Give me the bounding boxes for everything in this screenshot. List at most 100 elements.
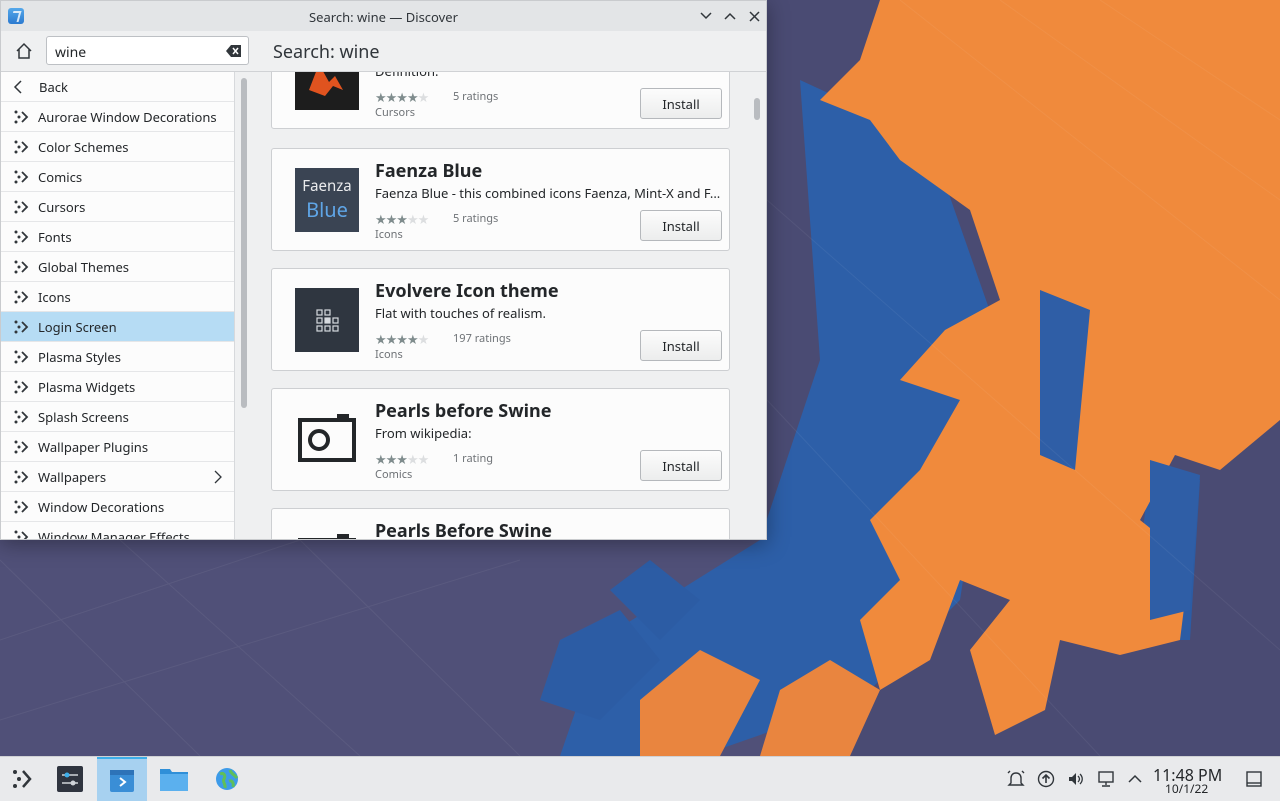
rating-count: 5 ratings bbox=[453, 211, 499, 226]
task-web-browser[interactable] bbox=[205, 757, 249, 801]
sidebar-item-label: Login Screen bbox=[38, 317, 117, 336]
category-icon bbox=[14, 530, 29, 539]
task-file-manager[interactable] bbox=[152, 757, 196, 801]
sidebar-item-aurorae-window-decorations[interactable]: Aurorae Window Decorations bbox=[1, 102, 234, 132]
updates-icon bbox=[1037, 770, 1055, 788]
sidebar-item-comics[interactable]: Comics bbox=[1, 162, 234, 192]
category-icon bbox=[14, 410, 29, 423]
sidebar-item-login-screen[interactable]: Login Screen bbox=[1, 312, 234, 342]
sidebar-item-cursors[interactable]: Cursors bbox=[1, 192, 234, 222]
expand-tray-button[interactable] bbox=[1125, 769, 1145, 789]
sidebar-item-label: Fonts bbox=[38, 227, 72, 246]
camera-icon bbox=[298, 534, 356, 539]
category-icon bbox=[14, 290, 29, 303]
notifications-tray[interactable] bbox=[1006, 769, 1026, 789]
category-icon bbox=[14, 320, 29, 333]
sidebar-item-global-themes[interactable]: Global Themes bbox=[1, 252, 234, 282]
chevron-up-icon bbox=[724, 12, 736, 20]
result-card[interactable]: Faenza Blue Faenza Blue Faenza Blue - th… bbox=[271, 148, 730, 251]
network-icon bbox=[1098, 771, 1114, 787]
title-bar[interactable]: Search: wine — Discover bbox=[1, 1, 766, 32]
category-icon bbox=[14, 260, 29, 273]
window-title: Search: wine — Discover bbox=[309, 8, 458, 26]
chevron-up-icon bbox=[1128, 774, 1142, 783]
sidebar-item-plasma-widgets[interactable]: Plasma Widgets bbox=[1, 372, 234, 402]
page-title: Search: wine bbox=[273, 40, 380, 64]
category-icon bbox=[14, 470, 29, 483]
updates-tray[interactable] bbox=[1036, 769, 1056, 789]
back-label: Back bbox=[39, 77, 68, 96]
install-button[interactable]: Install bbox=[640, 88, 722, 119]
category-icon bbox=[14, 140, 29, 153]
sidebar-item-label: Plasma Styles bbox=[38, 347, 121, 366]
install-button[interactable]: Install bbox=[640, 330, 722, 361]
discover-icon bbox=[110, 770, 134, 792]
result-description: From wikipedia: bbox=[375, 424, 472, 442]
result-category: Icons bbox=[375, 227, 403, 242]
sidebar-item-label: Cursors bbox=[38, 197, 86, 216]
cursor-theme-thumbnail bbox=[295, 72, 359, 110]
sidebar-item-label: Wallpaper Plugins bbox=[38, 437, 149, 456]
sidebar-item-label: Window Manager Effects bbox=[38, 527, 190, 540]
taskbar bbox=[0, 756, 1280, 801]
discover-window: Search: wine — Discover Search: wine bbox=[0, 0, 767, 540]
faenza-blue-thumbnail: Faenza Blue bbox=[295, 168, 359, 232]
rating-stars: ★★★★★ bbox=[375, 330, 429, 348]
chevron-left-icon bbox=[13, 79, 22, 94]
sidebar-item-label: Splash Screens bbox=[38, 407, 129, 426]
result-category: Icons bbox=[375, 347, 403, 362]
sidebar-item-label: Wallpapers bbox=[38, 467, 107, 486]
camera-icon bbox=[298, 414, 356, 462]
maximize-button[interactable] bbox=[721, 7, 739, 25]
sidebar-item-window-manager-effects[interactable]: Window Manager Effects bbox=[1, 522, 234, 540]
sidebar-item-color-schemes[interactable]: Color Schemes bbox=[1, 132, 234, 162]
network-tray[interactable] bbox=[1096, 769, 1116, 789]
result-card[interactable]: Pearls before Swine From wikipedia: ★★★★… bbox=[271, 388, 730, 491]
sidebar-item-wallpapers[interactable]: Wallpapers bbox=[1, 462, 234, 492]
thumb-text: Faenza bbox=[302, 176, 352, 196]
clock-date[interactable]: 10/1/22 bbox=[1165, 780, 1208, 797]
minimize-button[interactable] bbox=[697, 7, 715, 25]
application-launcher[interactable] bbox=[0, 757, 44, 801]
sidebar-item-fonts[interactable]: Fonts bbox=[1, 222, 234, 252]
chevron-down-icon bbox=[700, 12, 712, 20]
result-name: Pearls Before Swine bbox=[375, 519, 553, 540]
close-button[interactable] bbox=[745, 7, 763, 25]
sidebar-item-wallpaper-plugins[interactable]: Wallpaper Plugins bbox=[1, 432, 234, 462]
sidebar-item-splash-screens[interactable]: Splash Screens bbox=[1, 402, 234, 432]
sidebar-item-window-decorations[interactable]: Window Decorations bbox=[1, 492, 234, 522]
result-name: Pearls before Swine bbox=[375, 399, 552, 423]
evolvere-thumbnail bbox=[295, 288, 359, 352]
install-button[interactable]: Install bbox=[640, 450, 722, 481]
sidebar-item-plasma-styles[interactable]: Plasma Styles bbox=[1, 342, 234, 372]
result-name: Evolvere Icon theme bbox=[375, 279, 559, 303]
rating-count: 197 ratings bbox=[453, 331, 511, 346]
rating-count: 5 ratings bbox=[453, 89, 499, 104]
clear-search-icon[interactable] bbox=[226, 44, 242, 58]
result-card[interactable]: Pearls Before Swine bbox=[271, 508, 730, 540]
search-input[interactable] bbox=[53, 42, 227, 62]
rating-stars: ★★★★★ bbox=[375, 450, 429, 468]
search-field[interactable] bbox=[46, 36, 249, 65]
back-button[interactable]: Back bbox=[1, 72, 234, 102]
task-discover[interactable] bbox=[97, 757, 147, 801]
file-manager-icon bbox=[160, 769, 188, 791]
result-card[interactable]: Definition: ★★★★★ 5 ratings Cursors Inst… bbox=[271, 72, 730, 129]
category-icon bbox=[14, 200, 29, 213]
volume-tray[interactable] bbox=[1066, 769, 1086, 789]
system-settings-icon bbox=[57, 766, 83, 792]
sidebar-item-icons[interactable]: Icons bbox=[1, 282, 234, 312]
web-browser-icon bbox=[216, 768, 239, 790]
result-card[interactable]: Evolvere Icon theme Flat with touches of… bbox=[271, 268, 730, 371]
sidebar-scrollbar[interactable] bbox=[241, 78, 247, 408]
results-scrollbar[interactable] bbox=[754, 98, 760, 120]
show-desktop-button[interactable] bbox=[1244, 769, 1264, 789]
sidebar-item-label: Window Decorations bbox=[38, 497, 165, 516]
rating-stars: ★★★★★ bbox=[375, 88, 429, 106]
task-system-settings[interactable] bbox=[48, 757, 92, 801]
home-button[interactable] bbox=[9, 37, 39, 65]
result-category: Comics bbox=[375, 467, 413, 482]
install-button[interactable]: Install bbox=[640, 210, 722, 241]
category-icon bbox=[14, 380, 29, 393]
notifications-icon bbox=[1007, 770, 1025, 786]
